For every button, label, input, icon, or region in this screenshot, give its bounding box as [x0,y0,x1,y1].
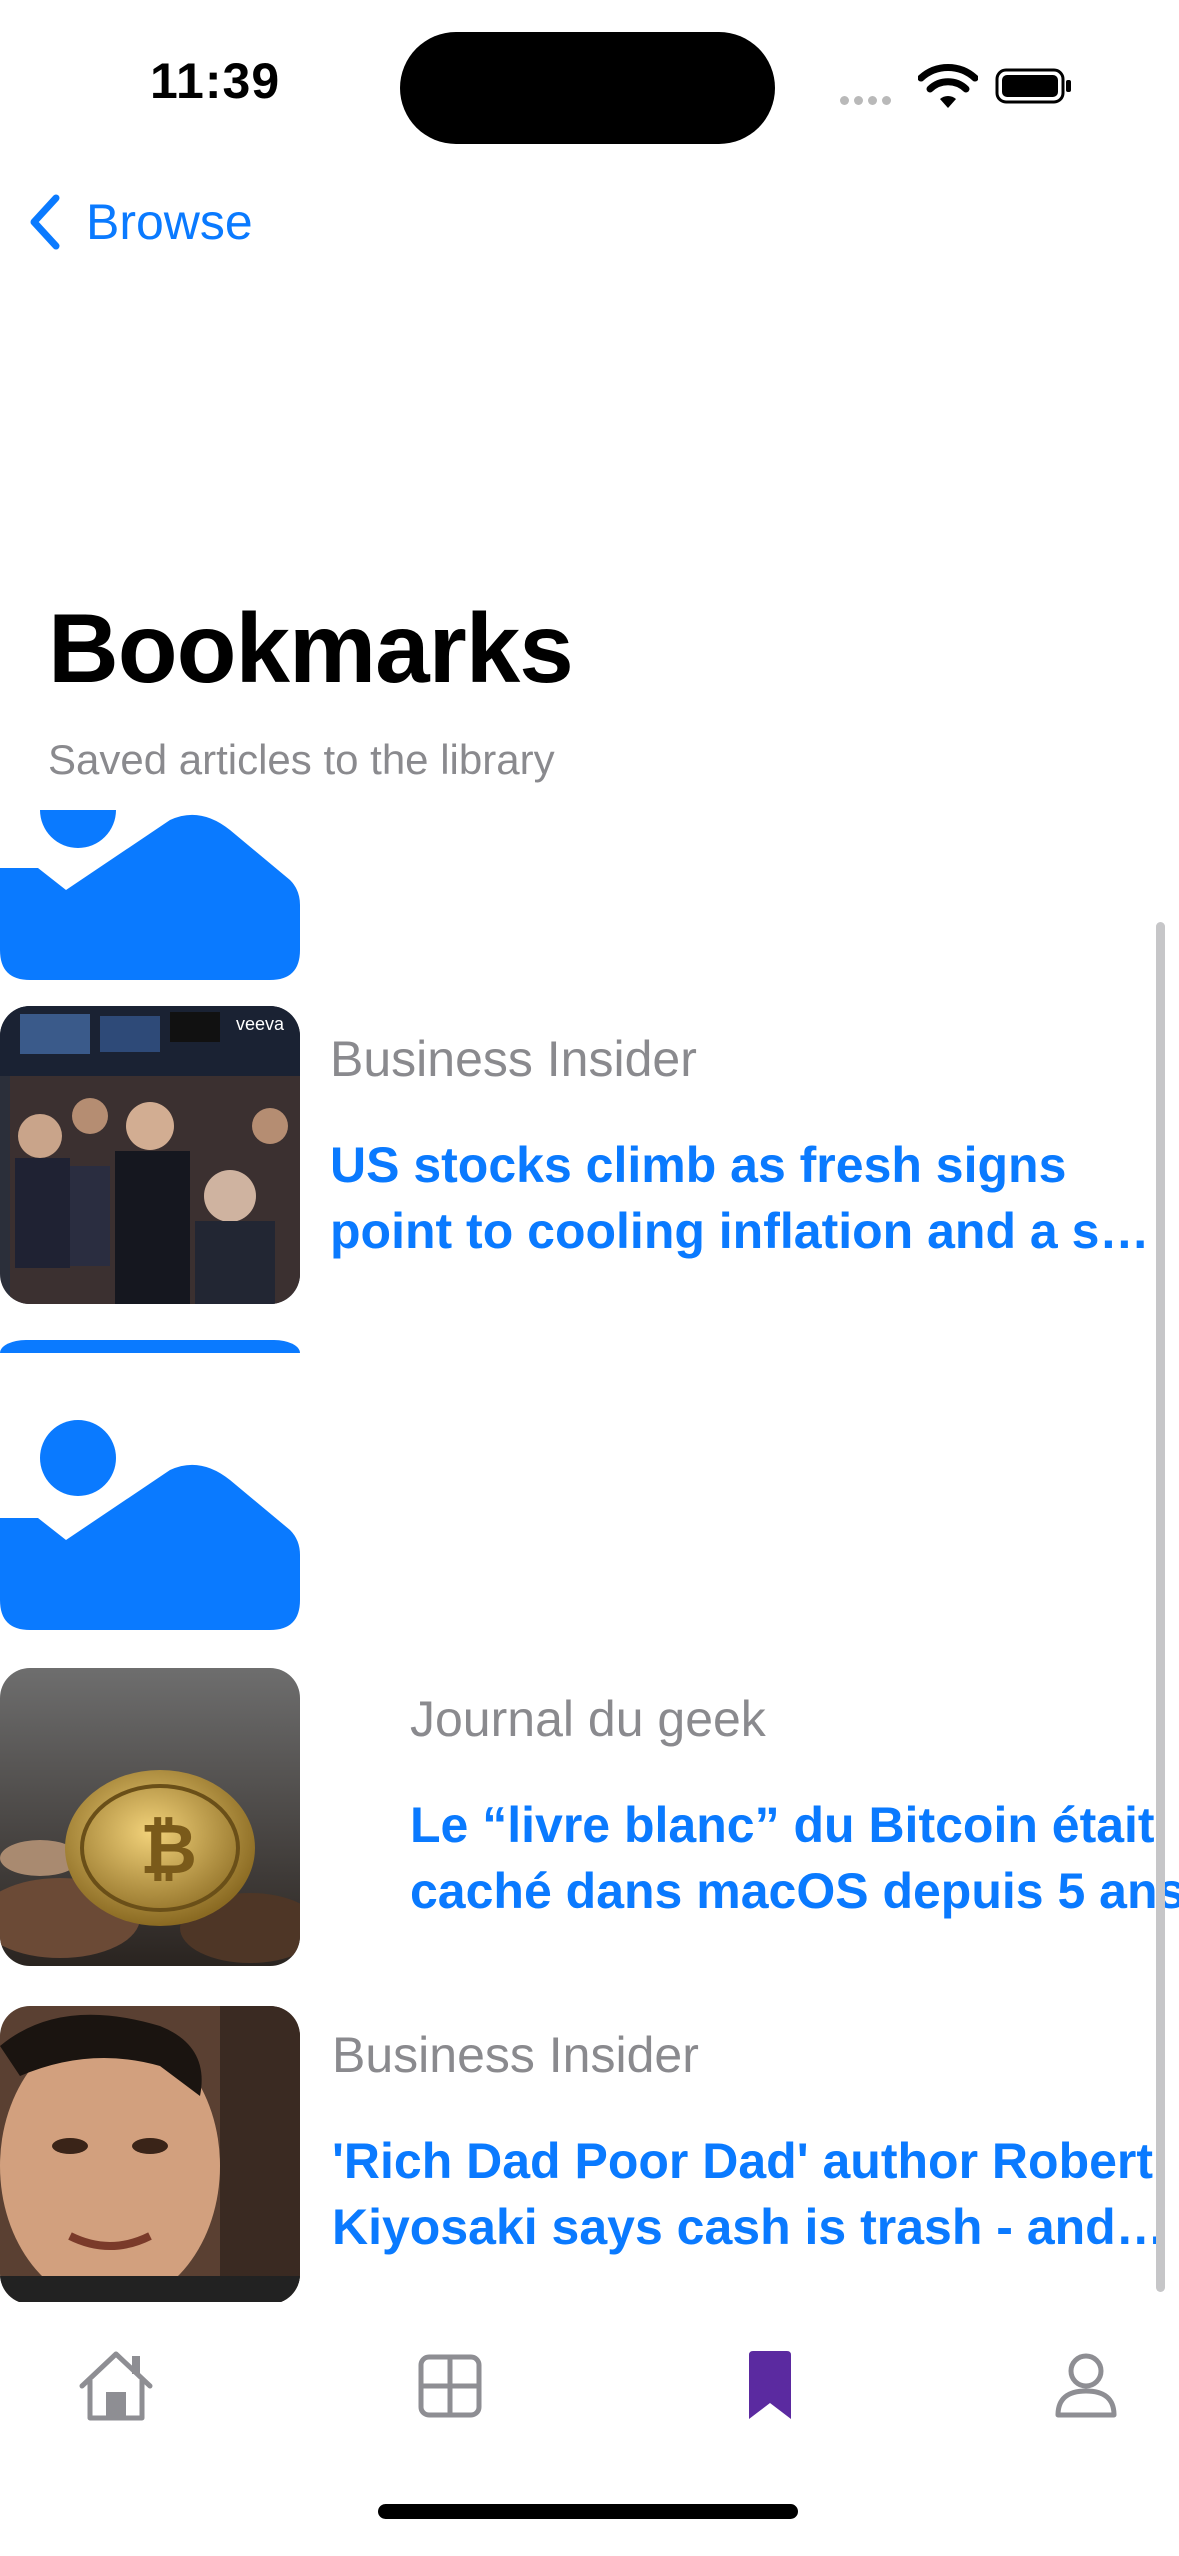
article-source: Business Insider [332,2027,699,2083]
home-indicator [378,2504,798,2519]
svg-text:veeva: veeva [236,1014,285,1034]
dynamic-island [400,32,775,144]
tab-browse[interactable] [400,2336,500,2436]
back-button-label: Browse [86,194,253,250]
article-thumbnail [0,2006,300,2302]
home-icon [79,2351,153,2421]
scrollbar[interactable] [1156,922,1165,2292]
page-subtitle: Saved articles to the library [48,736,555,783]
wifi-icon [918,64,978,108]
back-button[interactable]: Browse [24,192,253,252]
bookmarks-list[interactable]: veeva Business Insider US stocks climb a… [0,810,1179,2302]
cellular-signal-icon [840,92,896,110]
article-headline[interactable]: Le “livre blanc” du Bitcoin était caché … [410,1792,1179,1924]
grid-icon [418,2354,482,2418]
article-source: Business Insider [330,1031,697,1087]
page-title: Bookmarks [48,593,574,703]
battery-icon [995,68,1071,104]
tab-home[interactable] [66,2336,166,2436]
article-thumbnail: ₿ [0,1668,300,1966]
svg-text:₿: ₿ [140,1810,197,1888]
article-source: Journal du geek [410,1691,766,1747]
tab-profile[interactable] [1036,2336,1136,2436]
status-time: 11:39 [150,53,281,109]
person-icon [1055,2353,1117,2418]
article-headline[interactable]: 'Rich Dad Poor Dad' author Robert Kiyosa… [332,2128,1172,2260]
image-placeholder-icon [0,1340,300,1630]
article-headline[interactable]: US stocks climb as fresh signs point to … [330,1132,1172,1264]
tab-bookmarks[interactable] [720,2336,820,2436]
chevron-left-icon [30,194,60,250]
bookmark-icon [749,2351,791,2419]
article-thumbnail: veeva [0,1006,300,1304]
image-placeholder-icon [0,810,300,980]
